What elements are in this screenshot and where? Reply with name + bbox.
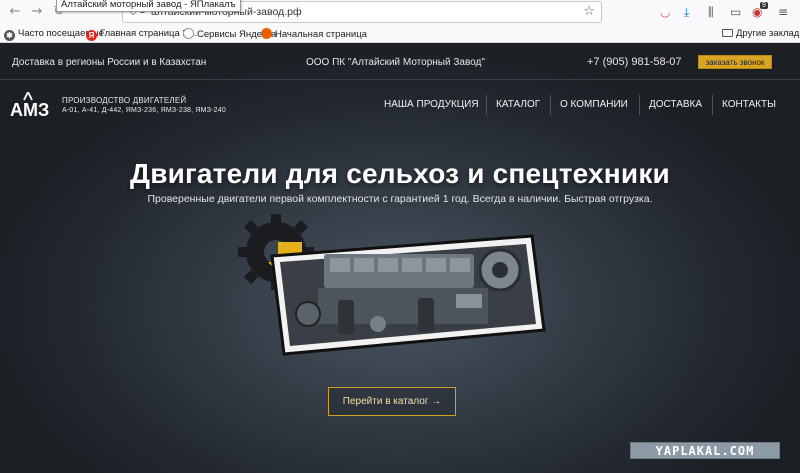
addon-badge: 9 <box>760 2 768 9</box>
nav-divider <box>550 95 551 115</box>
bookmarks-bar: ✱ Часто посещаемые Я Главная страница Я...… <box>0 25 800 43</box>
nav-catalog[interactable]: КАТАЛОГ <box>496 99 540 110</box>
back-icon[interactable]: ← <box>6 3 24 21</box>
engine-icon <box>295 248 522 334</box>
download-icon[interactable]: ⤓ <box>684 5 689 20</box>
hero-subtitle: Проверенные двигатели первой комплектнос… <box>147 193 653 205</box>
logo-line-2: А-01, А-41, Д-442, ЯМЗ-236, ЯМЗ-238, ЯМЗ… <box>62 107 226 114</box>
reader-icon[interactable]: ▭ <box>730 5 741 19</box>
phone-number[interactable]: +7 (905) 981-58-07 <box>587 56 681 68</box>
pocket-icon[interactable]: ◡ <box>660 5 670 19</box>
logo-tagline: ПРОИЗВОДСТВО ДВИГАТЕЛЕЙ А-01, А-41, Д-44… <box>62 96 226 116</box>
nav-divider <box>712 95 713 115</box>
bookmark-yandex-home[interactable]: Я Главная страница Я... <box>86 28 197 41</box>
nav-delivery[interactable]: ДОСТАВКА <box>649 99 702 110</box>
logo-peak <box>23 92 33 101</box>
library-icon[interactable]: ⫼ <box>708 5 714 20</box>
bookmark-other[interactable]: Другие закладки <box>722 28 800 39</box>
folder-icon <box>722 29 733 37</box>
menu-icon[interactable]: ≡ <box>778 5 788 19</box>
browser-chrome: ← → ↻ Алтайский моторный завод - ЯПлакал… <box>0 0 800 43</box>
firefox-icon <box>261 28 272 39</box>
yaplakal-watermark: YAPLAKAL.COM <box>630 442 780 459</box>
delivery-text: Доставка в регионы России и в Казахстан <box>12 57 207 68</box>
nav-about[interactable]: О КОМПАНИИ <box>560 99 628 110</box>
star-icon[interactable]: ☆ <box>583 4 595 19</box>
bookmark-start-page[interactable]: Начальная страница <box>261 28 367 40</box>
webpage: Доставка в регионы России и в Казахстан … <box>0 44 800 473</box>
forward-icon[interactable]: → <box>28 3 46 21</box>
nav-divider <box>486 95 487 115</box>
engine-illustration <box>238 214 546 356</box>
nav-contacts[interactable]: КОНТАКТЫ <box>722 99 776 110</box>
nav-divider <box>639 95 640 115</box>
company-name: ООО ПК "Алтайский Моторный Завод" <box>306 57 485 68</box>
amz-logo[interactable]: АМЗ <box>10 92 62 118</box>
catalog-button[interactable]: Перейти в каталог → <box>328 387 456 416</box>
page-icon <box>183 28 194 39</box>
hero-title: Двигатели для сельхоз и спецтехники <box>130 158 670 189</box>
logo-mark: АМЗ <box>10 100 49 118</box>
logo-line-1: ПРОИЗВОДСТВО ДВИГАТЕЛЕЙ <box>62 96 187 105</box>
top-info-bar: Доставка в регионы России и в Казахстан … <box>0 44 800 80</box>
nav-products[interactable]: НАША ПРОДУКЦИЯ <box>384 99 479 110</box>
yandex-icon: Я <box>86 30 97 41</box>
main-nav: НАША ПРОДУКЦИЯ КАТАЛОГ О КОМПАНИИ ДОСТАВ… <box>384 95 780 115</box>
tab-tooltip: Алтайский моторный завод - ЯПлакалъ <box>56 0 241 12</box>
callback-button[interactable]: заказать звонок <box>698 55 772 69</box>
browser-toolbar: ← → ↻ Алтайский моторный завод - ЯПлакал… <box>0 0 800 24</box>
gear-icon: ✱ <box>4 30 15 41</box>
